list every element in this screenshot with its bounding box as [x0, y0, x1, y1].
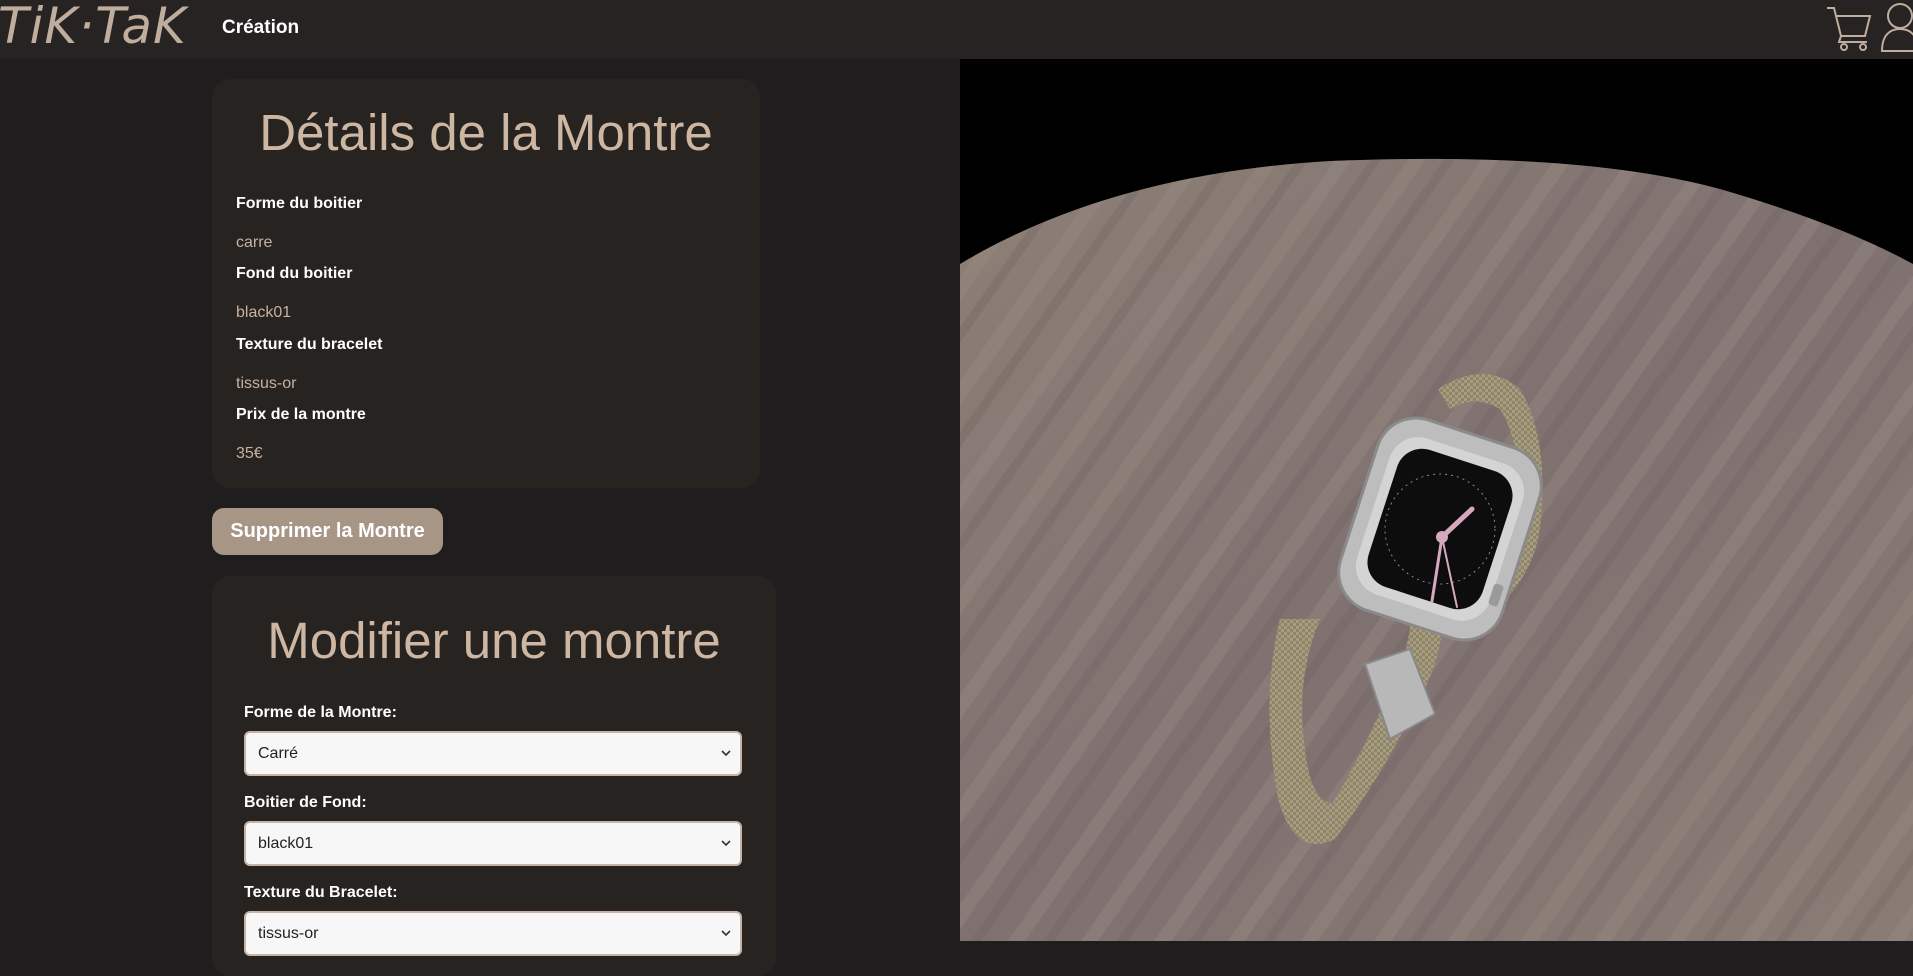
field-label-watch-shape: Forme de la Montre: — [244, 704, 397, 721]
user-icon[interactable] — [1878, 1, 1913, 53]
delete-watch-button[interactable]: Supprimer la Montre — [212, 508, 443, 555]
case-back-select[interactable]: black01 — [244, 821, 742, 866]
details-title: Détails de la Montre — [259, 104, 713, 161]
watch-3d-scene — [960, 158, 1913, 941]
strap-texture-select[interactable]: tissus-or — [244, 911, 742, 956]
watch-shape-selected: Carré — [258, 745, 299, 762]
edit-form-title: Modifier une montre — [267, 612, 721, 669]
case-back-selected: black01 — [258, 835, 314, 852]
field-label-strap-texture: Texture du Bracelet: — [244, 884, 398, 901]
detail-label-price: Prix de la montre — [236, 406, 366, 423]
shopping-cart-icon[interactable] — [1825, 2, 1873, 52]
chevron-down-icon — [721, 930, 731, 937]
detail-label-case-back: Fond du boitier — [236, 265, 353, 282]
detail-value-case-shape: carre — [236, 234, 273, 251]
chevron-down-icon — [721, 840, 731, 847]
watch-3d-viewport[interactable] — [960, 59, 1913, 941]
edit-watch-form: Modifier une montre Forme de la Montre: … — [212, 576, 776, 976]
detail-value-price: 35€ — [236, 445, 263, 462]
detail-label-case-shape: Forme du boitier — [236, 195, 363, 212]
brand-logo[interactable]: TiK·TaK — [0, 0, 187, 54]
top-navbar: TiK·TaK Création — [0, 0, 1913, 59]
field-label-case-back: Boitier de Fond: — [244, 794, 367, 811]
detail-value-strap-texture: tissus-or — [236, 375, 297, 392]
nav-link-creation[interactable]: Création — [222, 17, 299, 39]
watch-shape-select[interactable]: Carré — [244, 731, 742, 776]
chevron-down-icon — [721, 750, 731, 757]
strap-texture-selected: tissus-or — [258, 925, 319, 942]
watch-details-card: Détails de la Montre Forme du boitier ca… — [212, 79, 760, 488]
detail-label-strap-texture: Texture du bracelet — [236, 336, 383, 353]
detail-value-case-back: black01 — [236, 304, 292, 321]
